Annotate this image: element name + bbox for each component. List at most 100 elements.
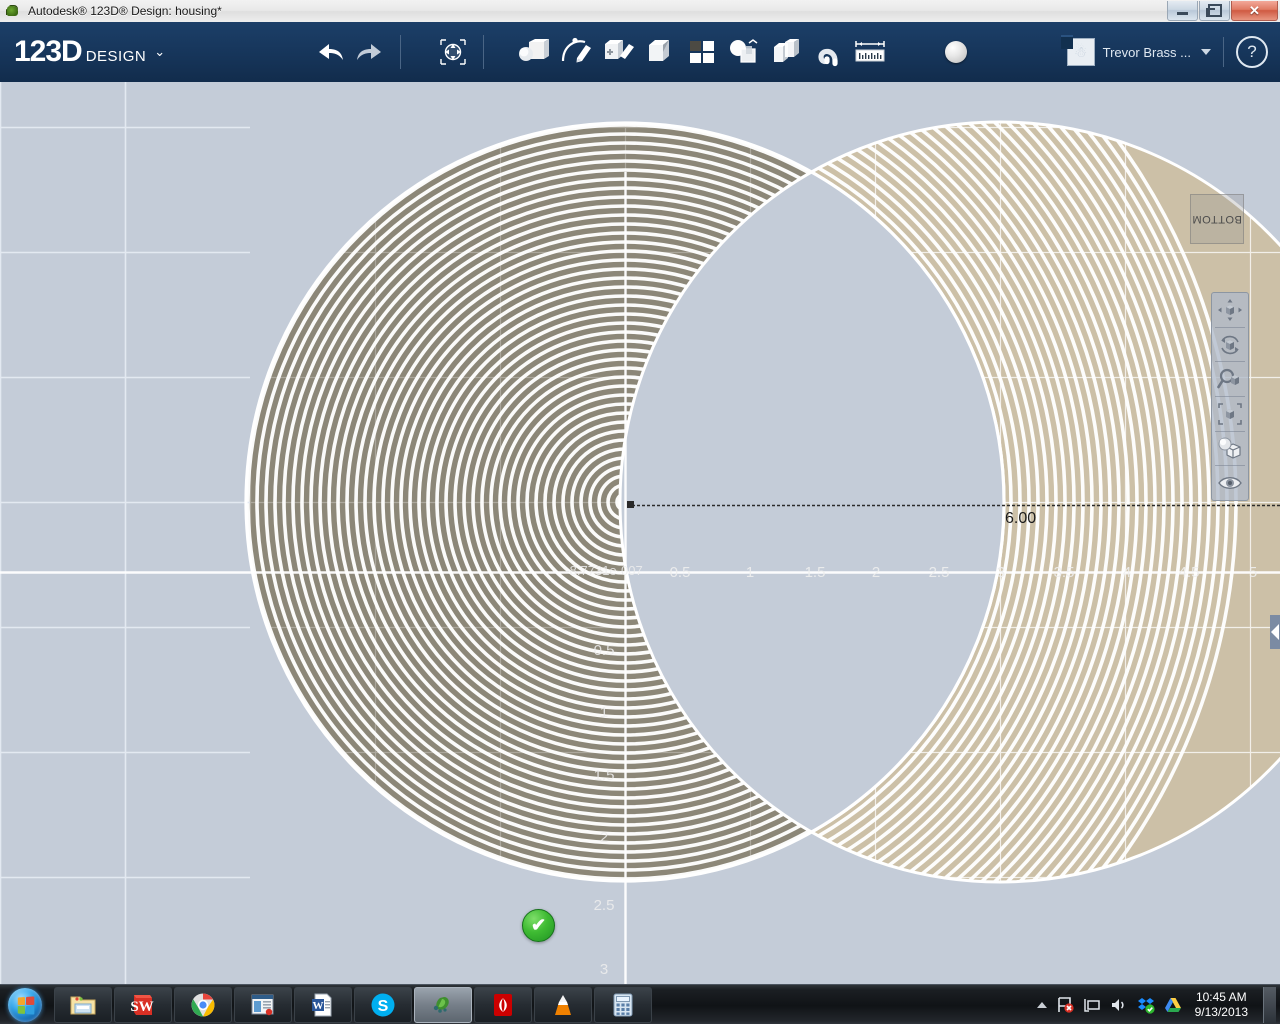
- application-window: Autodesk® 123D® Design: housing* ✕ 123D …: [0, 0, 1280, 1024]
- fit-nav-icon[interactable]: [1212, 397, 1248, 431]
- clock-time: 10:45 AM: [1195, 990, 1247, 1004]
- svg-text:W: W: [313, 1000, 324, 1012]
- confirm-button[interactable]: ✔: [522, 909, 555, 942]
- svg-text:1: 1: [600, 704, 608, 721]
- sketch-tool[interactable]: [556, 30, 596, 74]
- user-name-label[interactable]: Trevor Brass ...: [1103, 45, 1191, 60]
- window-icon: [251, 994, 274, 1016]
- tray-overflow-icon[interactable]: [1036, 1002, 1047, 1008]
- svg-text:1.5: 1.5: [594, 767, 615, 784]
- adobe-reader-icon: [494, 994, 512, 1016]
- help-button[interactable]: ?: [1236, 36, 1268, 68]
- clock-date: 9/13/2013: [1194, 1005, 1248, 1019]
- tray-volume-icon[interactable]: [1110, 996, 1128, 1014]
- svg-text:4: 4: [1123, 564, 1131, 581]
- 3d-viewport[interactable]: 0.5 1 1.5 2 2.5 3 3.5 4 4.5 5 -8.7731e-0…: [0, 82, 1280, 984]
- solidworks-icon: SW: [130, 995, 154, 1015]
- tray-flag-action-center-icon[interactable]: [1056, 996, 1074, 1014]
- toolbar-divider-3: [1223, 37, 1224, 67]
- sketch-icon: [562, 37, 592, 63]
- windows-taskbar: SW W S 10:45 AM 9/13/2013: [0, 984, 1280, 1024]
- undo-button[interactable]: [310, 30, 350, 74]
- pattern-tool[interactable]: [682, 30, 722, 74]
- window-title-bar: Autodesk® 123D® Design: housing* ✕: [0, 0, 1280, 23]
- svg-text:2: 2: [600, 829, 608, 846]
- tray-network-icon[interactable]: [1083, 996, 1101, 1014]
- svg-text:1.5: 1.5: [805, 564, 826, 581]
- tray-dropbox-icon[interactable]: [1137, 996, 1155, 1014]
- primitives-icon: [519, 39, 550, 61]
- taskbar-items: SW W S: [54, 987, 652, 1023]
- maximize-button[interactable]: [1199, 1, 1230, 21]
- combine-tool[interactable]: [766, 30, 806, 74]
- tray-google-drive-icon[interactable]: [1164, 996, 1182, 1014]
- panel-collapse-handle[interactable]: [1270, 615, 1280, 649]
- svg-text:4.5: 4.5: [1179, 564, 1200, 581]
- visibility-nav-icon[interactable]: [1212, 466, 1248, 500]
- show-desktop-button[interactable]: [1263, 987, 1276, 1023]
- construct-tool[interactable]: [598, 30, 638, 74]
- taskbar-skype[interactable]: S: [354, 987, 412, 1023]
- transform-tool[interactable]: [433, 30, 473, 74]
- taskbar-vlc[interactable]: [534, 987, 592, 1023]
- system-tray: 10:45 AM 9/13/2013: [1036, 987, 1280, 1023]
- app-toolbar: 123D DESIGN ⌄ ☃ Trevor Brass ... ?: [0, 22, 1280, 82]
- taskbar-123d-design[interactable]: [414, 987, 472, 1023]
- measure-icon: [855, 41, 885, 62]
- toolbar-divider-2: [483, 35, 485, 69]
- viewcube-face-label: BOTTOM: [1192, 213, 1242, 225]
- zoom-nav-icon[interactable]: [1212, 362, 1248, 396]
- svg-text:2: 2: [872, 564, 880, 581]
- brand-logo[interactable]: 123D DESIGN ⌄: [14, 37, 165, 67]
- redo-button[interactable]: [350, 30, 390, 74]
- dimension-value-label: 6.00: [1005, 510, 1036, 527]
- combine-icon: [774, 39, 800, 62]
- window-title: Autodesk® 123D® Design: housing*: [28, 4, 222, 18]
- word-icon: W: [312, 993, 332, 1017]
- taskbar-window-app[interactable]: [234, 987, 292, 1023]
- start-button[interactable]: [2, 986, 48, 1024]
- measure-tool[interactable]: [850, 30, 890, 74]
- taskbar-calculator[interactable]: [594, 987, 652, 1023]
- avatar-person-icon: ☃: [1073, 44, 1088, 61]
- calculator-icon: [613, 993, 633, 1017]
- app-icon: [5, 3, 21, 19]
- material-sphere-icon: [945, 41, 968, 63]
- modify-tool[interactable]: [640, 30, 680, 74]
- orbit-nav-icon[interactable]: [1212, 328, 1248, 362]
- toolbar-divider-1: [400, 35, 402, 69]
- taskbar-explorer[interactable]: [54, 987, 112, 1023]
- svg-text:SW: SW: [130, 999, 153, 1015]
- modify-icon: [649, 40, 670, 61]
- material-button[interactable]: [936, 30, 976, 74]
- svg-text:3: 3: [600, 961, 608, 978]
- taskbar-adobe-reader[interactable]: [474, 987, 532, 1023]
- chrome-icon: [191, 993, 215, 1017]
- taskbar-chrome[interactable]: [174, 987, 232, 1023]
- taskbar-solidworks[interactable]: SW: [114, 987, 172, 1023]
- viewcube[interactable]: BOTTOM: [1190, 194, 1244, 244]
- taskbar-word[interactable]: W: [294, 987, 352, 1023]
- magnet-icon: [818, 48, 838, 67]
- transform-icon: [440, 39, 466, 65]
- svg-text:3.5: 3.5: [1054, 564, 1075, 581]
- svg-text:2.5: 2.5: [929, 564, 950, 581]
- chevron-down-icon[interactable]: [1201, 49, 1211, 55]
- snap-tool[interactable]: [808, 30, 848, 74]
- 123d-design-icon: [433, 997, 449, 1013]
- pan-nav-icon[interactable]: [1212, 293, 1248, 327]
- taskbar-clock[interactable]: 10:45 AM 9/13/2013: [1195, 990, 1248, 1020]
- svg-text:S: S: [378, 998, 389, 1015]
- close-button[interactable]: ✕: [1231, 1, 1278, 21]
- navigation-bar: [1211, 292, 1249, 501]
- svg-text:5: 5: [1249, 564, 1257, 581]
- grouping-tool[interactable]: [724, 30, 764, 74]
- construct-icon: [605, 40, 635, 59]
- avatar[interactable]: ☃: [1060, 35, 1095, 66]
- svg-text:-8.7731e-007: -8.7731e-007: [565, 563, 642, 578]
- primitives-tool[interactable]: [512, 30, 552, 74]
- windows-logo-icon: [8, 988, 42, 1022]
- chevron-down-icon[interactable]: ⌄: [154, 44, 165, 60]
- minimize-button[interactable]: [1167, 1, 1198, 21]
- view-style-nav-icon[interactable]: [1212, 432, 1248, 466]
